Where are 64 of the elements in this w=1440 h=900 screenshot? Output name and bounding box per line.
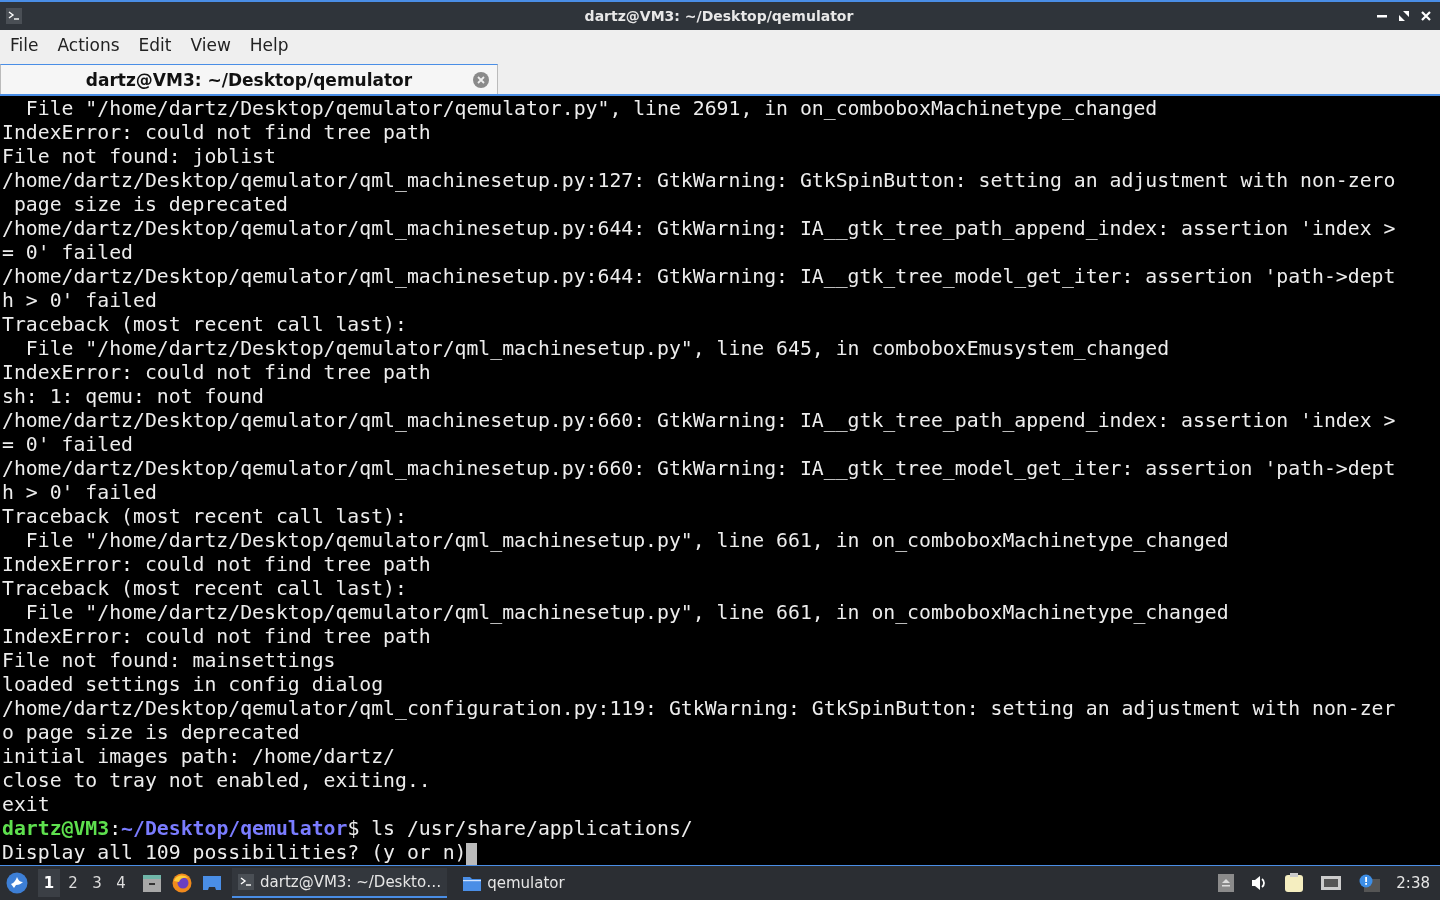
prompt-command: $ ls /usr/share/applications/ — [347, 817, 693, 840]
cursor — [466, 842, 478, 865]
clock[interactable]: 2:38 — [1396, 874, 1430, 892]
workspace-button[interactable]: 1 — [38, 869, 60, 897]
terminal-line: page size is deprecated — [12, 193, 289, 217]
terminal-line: File "/home/dartz/Desktop/qemulator/qml_machinesetup.py", line 661, in on_comboboxMachinetype_changed — [24, 601, 1230, 625]
prompt-separator: : — [109, 817, 122, 840]
menu-item[interactable]: Help — [249, 35, 289, 55]
taskbar-task[interactable]: qemulator — [457, 868, 571, 898]
file-cabinet-icon[interactable] — [142, 873, 162, 893]
browser-icon[interactable] — [172, 873, 192, 893]
eject-icon[interactable] — [1218, 874, 1235, 892]
terminal-line: /home/dartz/Desktop/qemulator/qml_machinesetup.py:644: GtkWarning: IA__gtk_tree_path_append_index: assertion 'index > — [1, 217, 1397, 241]
close-tab-icon[interactable] — [473, 72, 489, 88]
terminal-line: File not found: joblist — [1, 145, 277, 169]
terminal-line: h > 0' failed — [1, 289, 158, 313]
terminal-line: initial images path: /home/dartz/ — [1, 745, 396, 769]
workspace-button[interactable]: 3 — [86, 869, 108, 897]
terminal-line: File "/home/dartz/Desktop/qemulator/qml_machinesetup.py", line 661, in on_comboboxMachinetype_changed — [24, 529, 1230, 553]
folder-icon — [463, 875, 482, 891]
prompt-user: dartz@VM3 — [2, 817, 110, 840]
terminal-line: /home/dartz/Desktop/qemulator/qml_machinesetup.py:660: GtkWarning: IA__gtk_tree_model_get_iter: assertion 'path->dept — [1, 457, 1397, 481]
terminal-line: close to tray not enabled, exiting.. — [1, 769, 432, 793]
terminal-line: IndexError: could not find tree path — [1, 361, 432, 385]
terminal-line: o page size is deprecated — [1, 721, 301, 745]
menu-item[interactable]: Actions — [57, 35, 120, 55]
terminal-line: /home/dartz/Desktop/qemulator/qml_configuration.py:119: GtkWarning: GtkSpinButton: setting an adjustment with non-zer — [1, 697, 1397, 721]
workspace-button[interactable]: 2 — [62, 869, 84, 897]
prompt-path: ~/Desktop/qemulator — [121, 817, 348, 840]
terminal-line: IndexError: could not find tree path — [1, 553, 432, 577]
terminal-line: sh: 1: qemu: not found — [1, 385, 265, 409]
terminal-line: h > 0' failed — [1, 481, 158, 505]
terminal-line: File "/home/dartz/Desktop/qemulator/qemulator.py", line 2691, in on_comboboxMachinetype_changed — [24, 97, 1159, 121]
terminal-line: loaded settings in config dialog — [1, 673, 385, 697]
maximize-icon[interactable] — [1398, 10, 1410, 22]
terminal-line: IndexError: could not find tree path — [1, 121, 432, 145]
desktop-icon[interactable] — [202, 873, 222, 893]
terminal-line: = 0' failed — [1, 433, 134, 457]
terminal-line: Display all 109 possibilities? (y or n) — [2, 841, 467, 864]
terminal-line: exit — [1, 793, 51, 817]
network-icon[interactable] — [1320, 874, 1343, 892]
terminal-tab[interactable]: dartz@VM3: ~/Desktop/qemulator — [0, 64, 498, 94]
terminal-line: /home/dartz/Desktop/qemulator/qml_machinesetup.py:660: GtkWarning: IA__gtk_tree_path_append_index: assertion 'index > — [1, 409, 1397, 433]
terminal-icon — [6, 8, 22, 24]
terminal-line: Traceback (most recent call last): — [1, 577, 408, 601]
terminal-line: IndexError: could not find tree path — [1, 625, 432, 649]
terminal-line: Traceback (most recent call last): — [1, 313, 408, 337]
terminal-line: File "/home/dartz/Desktop/qemulator/qml_machinesetup.py", line 645, in comboboxEmusystem_changed — [24, 337, 1171, 361]
terminal-line: = 0' failed — [1, 241, 134, 265]
menu-item[interactable]: File — [10, 35, 39, 55]
terminal-line: /home/dartz/Desktop/qemulator/qml_machinesetup.py:644: GtkWarning: IA__gtk_tree_model_get_iter: assertion 'path->dept — [1, 265, 1397, 289]
clipboard-icon[interactable] — [1284, 873, 1305, 893]
window-title: dartz@VM3: ~/Desktop/qemulator — [583, 8, 855, 24]
terminal-line: /home/dartz/Desktop/qemulator/qml_machinesetup.py:127: GtkWarning: GtkSpinButton: setting an adjustment with non-zero — [1, 169, 1397, 193]
workspace-button[interactable]: 4 — [110, 869, 132, 897]
taskbar-task[interactable]: dartz@VM3: ~/Deskto… — [232, 868, 448, 898]
menu-item[interactable]: Edit — [138, 35, 172, 55]
start-menu-icon[interactable] — [6, 872, 28, 894]
close-icon[interactable] — [1420, 10, 1432, 22]
terminal-line: Traceback (most recent call last): — [1, 505, 408, 529]
menu-item[interactable]: View — [190, 35, 231, 55]
notification-icon[interactable] — [1358, 874, 1381, 892]
terminal-icon — [238, 874, 254, 890]
terminal-line: File not found: mainsettings — [1, 649, 337, 673]
